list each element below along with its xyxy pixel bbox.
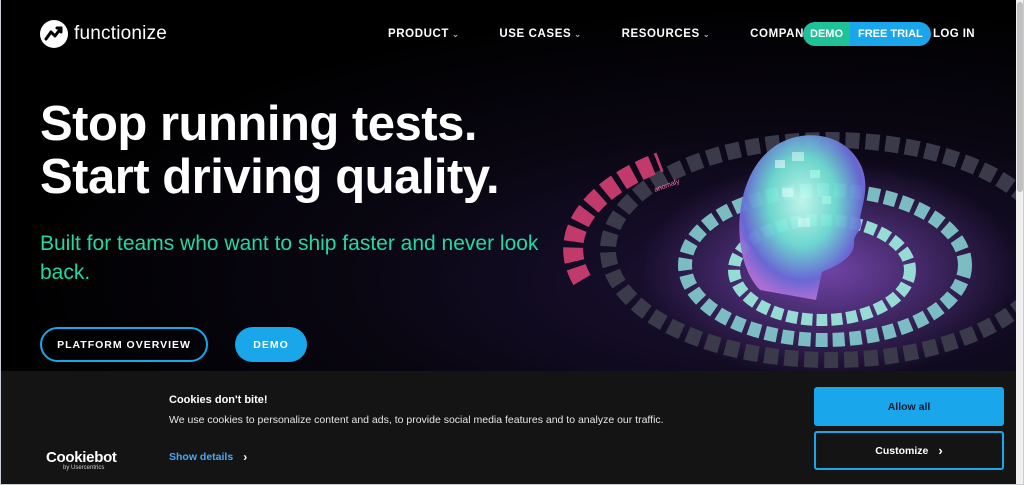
platform-overview-button[interactable]: PLATFORM OVERVIEW bbox=[40, 327, 208, 362]
brand-logo[interactable]: functionize bbox=[40, 20, 167, 48]
hero-demo-button[interactable]: DEMO bbox=[235, 327, 307, 362]
cookiebot-logo-text: Cookiebot bbox=[46, 449, 117, 466]
customize-label: Customize bbox=[875, 444, 929, 457]
show-details-label: Show details bbox=[169, 451, 234, 463]
cta-group: DEMO FREE TRIAL bbox=[803, 22, 931, 46]
nav-item-label: PRODUCT bbox=[388, 28, 450, 40]
chevron-down-icon: ⌄ bbox=[452, 30, 460, 39]
free-trial-button[interactable]: FREE TRIAL bbox=[850, 22, 931, 46]
chevron-down-icon: ⌄ bbox=[574, 30, 582, 39]
nav-demo-button[interactable]: DEMO bbox=[803, 22, 850, 46]
nav-item-label: RESOURCES bbox=[621, 28, 700, 40]
nav-item-product[interactable]: PRODUCT ⌄ bbox=[388, 28, 459, 40]
ai-head-illustration: anomaly bbox=[563, 132, 1016, 380]
login-link[interactable]: LOG IN bbox=[933, 28, 975, 40]
nav-item-use-cases[interactable]: USE CASES ⌄ bbox=[499, 28, 581, 40]
chevron-down-icon: ⌄ bbox=[702, 30, 711, 39]
chevron-right-icon: › bbox=[243, 450, 248, 464]
cookiebot-logo: Cookiebot by Usercentrics bbox=[46, 449, 117, 471]
headline-line-1: Stop running tests. bbox=[40, 97, 477, 151]
logo-mark-icon bbox=[40, 20, 68, 48]
nav-item-label: USE CASES bbox=[499, 28, 572, 40]
cookie-title: Cookies don't bite! bbox=[169, 394, 268, 406]
main-nav: PRODUCT ⌄ USE CASES ⌄ RESOURCES ⌄ COMPAN… bbox=[388, 28, 863, 40]
cookie-description: We use cookies to personalize content an… bbox=[169, 414, 664, 426]
chevron-right-icon: › bbox=[938, 443, 943, 458]
hero-headline: Stop running tests. Start driving qualit… bbox=[40, 97, 500, 204]
scrollbar-thumb[interactable] bbox=[1017, 2, 1023, 192]
show-details-link[interactable]: Show details › bbox=[169, 450, 247, 464]
brand-name: functionize bbox=[74, 23, 168, 44]
hero-subheadline: Built for teams who want to ship faster … bbox=[40, 232, 539, 284]
page-scrollbar[interactable] bbox=[1016, 0, 1024, 485]
customize-button[interactable]: Customize › bbox=[814, 431, 1004, 470]
nav-item-resources[interactable]: RESOURCES ⌄ bbox=[622, 28, 711, 40]
headline-line-2: Start driving quality. bbox=[40, 150, 500, 204]
allow-all-button[interactable]: Allow all bbox=[814, 387, 1004, 426]
